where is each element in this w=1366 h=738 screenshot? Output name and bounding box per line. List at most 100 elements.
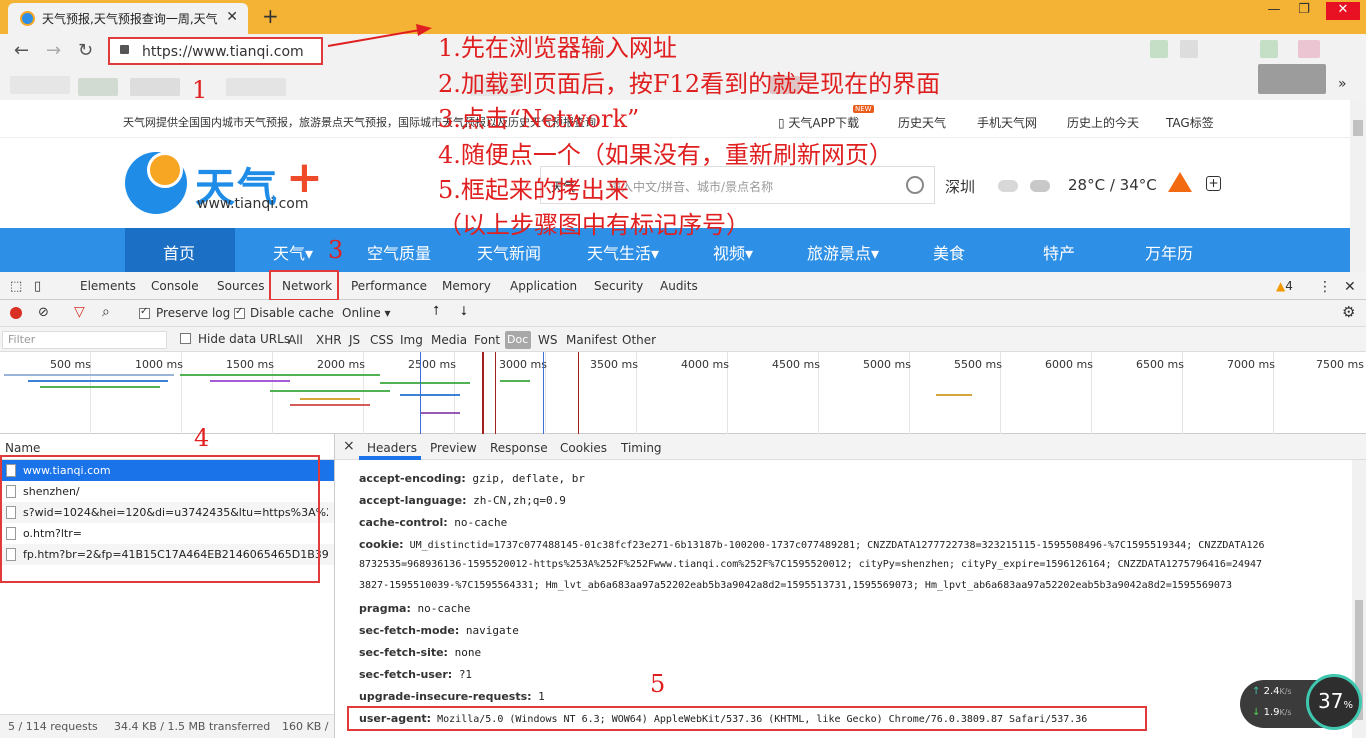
tab-console[interactable]: Console <box>151 279 199 293</box>
filter-css[interactable]: CSS <box>370 333 394 347</box>
preserve-log-checkbox[interactable] <box>139 306 150 319</box>
nav-weather[interactable]: 天气▾ <box>273 240 313 264</box>
memory-usage-ring[interactable]: 37% <box>1306 674 1362 730</box>
tab-security[interactable]: Security <box>594 279 643 293</box>
tab-audits[interactable]: Audits <box>660 279 698 293</box>
close-window-button[interactable]: ✕ <box>1326 2 1360 20</box>
filter-xhr[interactable]: XHR <box>316 333 342 347</box>
tab-elements[interactable]: Elements <box>80 279 136 293</box>
preserve-log-label: Preserve log <box>156 306 231 320</box>
header-line: upgrade-insecure-requests: 1 <box>359 690 545 703</box>
tab-close-icon[interactable]: ✕ <box>226 9 238 25</box>
annotation-arrow <box>327 24 432 47</box>
disable-cache-checkbox[interactable] <box>234 306 245 319</box>
new-tab-button[interactable]: + <box>262 4 279 28</box>
nav-weather-news[interactable]: 天气新闻 <box>477 240 541 264</box>
filter-all[interactable]: All <box>288 333 303 347</box>
tick-label: 4500 ms <box>772 358 820 371</box>
reload-icon[interactable]: ↻ <box>78 40 93 61</box>
tab-headers[interactable]: Headers <box>367 441 417 455</box>
active-tab-indicator <box>359 456 421 460</box>
nav-video[interactable]: 视频▾ <box>713 240 753 264</box>
link-tags[interactable]: TAG标签 <box>1166 114 1214 131</box>
search-icon[interactable]: ⌕ <box>102 304 110 320</box>
back-icon[interactable]: ← <box>14 40 29 61</box>
step-5-annotation: 5.框起来的拷出来 <box>438 176 629 204</box>
minimize-button[interactable]: — <box>1262 2 1286 20</box>
warning-icon[interactable] <box>1168 172 1192 192</box>
nav-specialty[interactable]: 特产 <box>1043 240 1075 264</box>
restore-button[interactable]: ❐ <box>1292 2 1316 20</box>
link-today-in-history[interactable]: 历史上的今天 <box>1067 114 1139 131</box>
address-bar[interactable]: https://www.tianqi.com <box>108 37 323 65</box>
network-toolbar: ⊘ ▽ ⌕ Preserve log Disable cache Online … <box>0 300 1366 327</box>
page-scroll-thumb[interactable] <box>1353 120 1363 136</box>
record-button[interactable] <box>10 307 22 319</box>
bookmarks-more[interactable]: » <box>1338 76 1347 92</box>
tab-sources[interactable]: Sources <box>217 279 264 293</box>
inspect-icon[interactable]: ⬚ <box>10 279 22 294</box>
tab-performance[interactable]: Performance <box>351 279 427 293</box>
resource-size: 160 KB / 2 <box>282 720 332 733</box>
hide-data-urls-checkbox[interactable] <box>180 333 191 344</box>
header-line: sec-fetch-site: none <box>359 646 482 659</box>
step-1-annotation: 1.先在浏览器输入网址 <box>438 34 677 62</box>
filter-manifest[interactable]: Manifest <box>566 333 617 347</box>
filter-js[interactable]: JS <box>349 333 360 347</box>
link-app-download[interactable]: ▯ 天气APP下载 <box>778 114 859 131</box>
forward-icon[interactable]: → <box>46 40 61 61</box>
current-city[interactable]: 深圳 <box>945 176 975 197</box>
url-text: https://www.tianqi.com <box>142 44 304 60</box>
search-icon[interactable] <box>906 176 924 194</box>
tab-application[interactable]: Application <box>510 279 577 293</box>
search-placeholder: 输入中文/拼音、城市/景点名称 <box>609 180 774 194</box>
close-detail-icon[interactable]: × <box>343 438 355 454</box>
tab-preview[interactable]: Preview <box>430 441 477 455</box>
warning-count[interactable]: ▲4 <box>1276 279 1293 293</box>
disable-cache-label: Disable cache <box>250 306 334 320</box>
clear-icon[interactable]: ⊘ <box>38 305 49 320</box>
browser-tab[interactable]: 天气预报,天气预报查询一周,天气 ✕ <box>8 3 248 34</box>
link-history-weather[interactable]: 历史天气 <box>898 114 946 131</box>
panel-splitter[interactable] <box>334 434 335 738</box>
filter-other[interactable]: Other <box>622 333 656 347</box>
tab-cookies[interactable]: Cookies <box>560 441 607 455</box>
nav-travel[interactable]: 旅游景点▾ <box>807 240 879 264</box>
add-city-icon[interactable]: + <box>1206 176 1221 191</box>
site-top-bar: 天气网提供全国国内城市天气预报，旅游景点天气预报，国际城市天气预报以及历史天气预… <box>0 100 1350 138</box>
nav-weather-life[interactable]: 天气生活▾ <box>587 240 659 264</box>
filter-input[interactable]: Filter <box>2 331 167 349</box>
device-toggle-icon[interactable]: ▯ <box>34 279 41 294</box>
tick-label: 2000 ms <box>317 358 365 371</box>
request-list-highlight <box>0 455 320 583</box>
network-overview-timeline[interactable]: 500 ms 1000 ms 1500 ms 2000 ms 2500 ms 3… <box>0 352 1366 434</box>
nav-food[interactable]: 美食 <box>933 240 965 264</box>
tab-timing[interactable]: Timing <box>621 441 662 455</box>
filter-doc[interactable]: Doc <box>505 331 531 349</box>
nav-air-quality[interactable]: 空气质量 <box>367 240 431 264</box>
filter-ws[interactable]: WS <box>538 333 557 347</box>
tick-label: 4000 ms <box>681 358 729 371</box>
link-mobile-site[interactable]: 手机天气网 <box>977 114 1037 131</box>
page-scrollbar[interactable] <box>1350 100 1366 272</box>
nav-home[interactable]: 首页 <box>163 240 195 264</box>
throttle-select[interactable]: Online ▾ <box>342 306 391 320</box>
filter-img[interactable]: Img <box>400 333 423 347</box>
filter-media[interactable]: Media <box>431 333 467 347</box>
settings-gear-icon[interactable]: ⚙ <box>1342 303 1355 321</box>
more-options-icon[interactable]: ⋮ <box>1318 279 1332 295</box>
tab-memory[interactable]: Memory <box>442 279 491 293</box>
filter-font[interactable]: Font <box>474 333 500 347</box>
import-har-icon[interactable]: ⭡ <box>433 304 439 319</box>
tick-label: 6500 ms <box>1136 358 1184 371</box>
filter-icon[interactable]: ▽ <box>74 304 85 320</box>
nav-calendar[interactable]: 万年历 <box>1145 240 1193 264</box>
tab-response[interactable]: Response <box>490 441 548 455</box>
step-4-annotation: 4.随便点一个（如果没有，重新刷新网页） <box>438 141 893 169</box>
tick-label: 2500 ms <box>408 358 456 371</box>
step-2-annotation: 2.加载到页面后，按F12看到的就是现在的界面 <box>438 70 941 98</box>
export-har-icon[interactable]: ⭣ <box>461 304 467 319</box>
name-column-header[interactable]: Name <box>5 441 40 455</box>
steps-footnote: （以上步骤图中有标记序号） <box>438 211 750 239</box>
close-devtools-icon[interactable]: ✕ <box>1344 279 1356 295</box>
